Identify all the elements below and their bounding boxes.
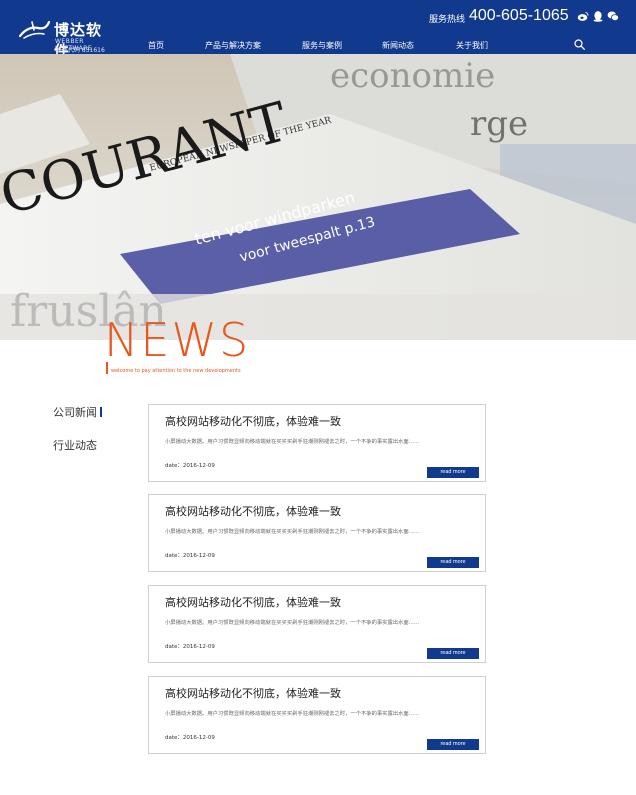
news-card-summary: 小屏播动大数据。用户习惯既显频向移动端就在买买买剁手狂潮刚刚褪去之时，一个不争的… — [165, 439, 420, 445]
wechat-icon[interactable] — [607, 10, 619, 22]
hotline-number: 400-605-1065 — [469, 7, 569, 24]
read-more-button[interactable]: read more — [427, 648, 479, 659]
news-card[interactable]: 高校网站移动化不彻底，体验难一致 小屏播动大数据。用户习惯既显频向移动端就在买买… — [148, 404, 486, 482]
news-card-title[interactable]: 高校网站移动化不彻底，体验难一致 — [165, 503, 341, 519]
weibo-icon[interactable] — [577, 10, 589, 22]
news-card-summary: 小屏播动大数据。用户习惯既显频向移动端就在买买买剁手狂潮刚刚褪去之时，一个不争的… — [165, 529, 420, 535]
news-banner-image: economie rge EUROPEAN NEWSPAPER OF THE Y… — [0, 54, 636, 340]
site-header: 博达软件 WEBBER SOFTWARE 证券代码 831616 服务热线 40… — [0, 0, 636, 60]
read-more-button[interactable]: read more — [427, 467, 479, 478]
news-card-summary: 小屏播动大数据。用户习惯既显频向移动端就在买买买剁手狂潮刚刚褪去之时，一个不争的… — [165, 620, 420, 626]
news-card-summary: 小屏播动大数据。用户习惯既显频向移动端就在买买买剁手狂潮刚刚褪去之时，一个不争的… — [165, 711, 420, 717]
main-nav: 首页 产品与解决方案 服务与案例 新闻动态 关于我们 — [0, 40, 636, 56]
nav-item-services[interactable]: 服务与案例 — [302, 40, 342, 54]
nav-item-home[interactable]: 首页 — [148, 40, 164, 54]
hotline-label: 服务热线 — [429, 15, 466, 25]
news-card-date: date：2016-12-09 — [165, 553, 215, 559]
news-card[interactable]: 高校网站移动化不彻底，体验难一致 小屏播动大数据。用户习惯既显频向移动端就在买买… — [148, 494, 486, 572]
sidebar-item-company-news[interactable]: 公司新闻 — [53, 404, 102, 420]
news-subtitle: welcome to pay attention to the new deve… — [111, 368, 241, 374]
news-card[interactable]: 高校网站移动化不彻底，体验难一致 小屏播动大数据。用户习惯既显频向移动端就在买买… — [148, 585, 486, 663]
search-icon[interactable] — [574, 39, 585, 50]
read-more-button[interactable]: read more — [427, 739, 479, 750]
news-card-date: date：2016-12-09 — [165, 735, 215, 741]
banner-text-rge: rge — [470, 104, 529, 144]
active-marker — [100, 407, 102, 417]
news-card-title[interactable]: 高校网站移动化不彻底，体验难一致 — [165, 413, 341, 429]
sidebar-item-industry-news[interactable]: 行业动态 — [53, 437, 97, 453]
logo-mark-icon — [18, 20, 51, 39]
nav-item-about[interactable]: 关于我们 — [456, 40, 488, 54]
sidebar-item-label: 行业动态 — [53, 439, 97, 452]
read-more-button[interactable]: read more — [427, 557, 479, 568]
news-card-title[interactable]: 高校网站移动化不彻底，体验难一致 — [165, 685, 341, 701]
news-card-title[interactable]: 高校网站移动化不彻底，体验难一致 — [165, 594, 341, 610]
banner-text-economie: economie — [330, 56, 496, 96]
news-heading-bar — [106, 362, 108, 374]
news-card-date: date：2016-12-09 — [165, 463, 215, 469]
sidebar-item-label: 公司新闻 — [53, 406, 97, 419]
news-card[interactable]: 高校网站移动化不彻底，体验难一致 小屏播动大数据。用户习惯既显频向移动端就在买买… — [148, 676, 486, 754]
news-card-date: date：2016-12-09 — [165, 644, 215, 650]
nav-item-products[interactable]: 产品与解决方案 — [205, 40, 261, 54]
qq-icon[interactable] — [592, 10, 604, 22]
news-heading: NEWS — [104, 313, 251, 367]
